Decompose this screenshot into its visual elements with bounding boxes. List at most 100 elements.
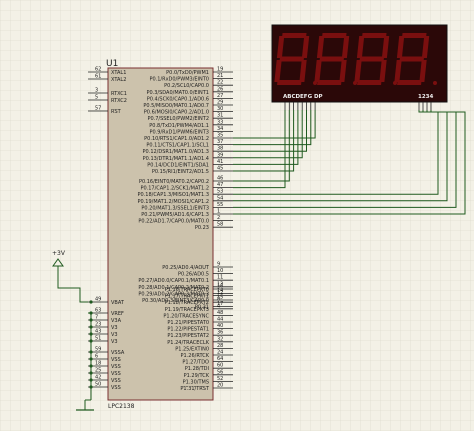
- right-pin-number: 33: [217, 119, 223, 125]
- right-pin-name: P0.7/SSEL0/PWM2/EINT2: [147, 116, 209, 122]
- left-pin-name: VSS: [111, 364, 121, 370]
- right-pin-name: P1.29/TCK: [184, 373, 210, 379]
- display-segment: [282, 33, 307, 38]
- right-pin-number: 56: [217, 369, 223, 375]
- left-pin-number: 18: [95, 361, 101, 367]
- right-pin-number: 32: [217, 336, 223, 342]
- right-pin-name: P0.12/DSR1/MAT1.0/AD1.3: [143, 149, 209, 155]
- left-pin-name: VSS: [111, 357, 121, 363]
- display-dp: [433, 81, 437, 85]
- display-segment: [279, 56, 305, 62]
- display-segment: [397, 80, 422, 85]
- right-pin-number: 37: [217, 139, 223, 145]
- left-pin-number: 57: [95, 106, 101, 112]
- right-pin-name: P1.21/PIPESTAT0: [167, 320, 209, 326]
- left-pin-name: RTXC1: [111, 91, 127, 97]
- right-pin-number: 46: [217, 176, 223, 182]
- left-pin-number: 63: [95, 308, 101, 314]
- right-pin-number: 11: [217, 275, 223, 281]
- right-pin-name: P0.21/PWM5/AD1.6/CAP1.3: [141, 212, 209, 218]
- right-pin-number: 36: [217, 330, 223, 336]
- display-segment: [317, 80, 342, 85]
- display-segment: [277, 80, 302, 85]
- left-pin-name: VSS: [111, 378, 121, 384]
- right-pin-name: P1.25/EXTIN0: [175, 346, 209, 352]
- right-pin-number: 12: [217, 290, 223, 296]
- right-pin-name: P0.9/RxD1/PWM6/EINT3: [149, 129, 209, 135]
- right-pin-name: P1.22/PIPESTAT1: [167, 327, 209, 333]
- right-pin-number: 35: [217, 133, 223, 139]
- right-pin-name: P0.22/AD1.7/CAP0.0/MAT0.0: [138, 219, 209, 225]
- left-pin-number: 6: [95, 354, 98, 360]
- right-pin-name: P0.6/MOSI0/CAP0.2/AD1.0: [144, 110, 209, 116]
- right-pin-number: 19: [217, 67, 223, 73]
- left-pin-name: RST: [111, 109, 122, 115]
- right-pin-number: 28: [217, 343, 223, 349]
- left-pin-name: V3: [111, 325, 118, 331]
- right-pin-name: P1.17/TRACEPKT1: [165, 294, 209, 300]
- right-pin-name: P0.2/SCL0/CAP0.0: [164, 83, 209, 89]
- right-pin-number: 2: [217, 215, 220, 221]
- right-pin-name: P0.27/AD0.0/CAP0.1/MAT0.1: [138, 278, 209, 284]
- schematic-canvas: U1 LPC2138 62XTAL161XTAL23RTXC15RTXC257R…: [0, 0, 474, 431]
- right-pin-name: P1.27/TDO: [182, 360, 209, 366]
- left-pin-name: VREF: [111, 311, 124, 317]
- right-pin-name: P0.0/TxD0/PWM1: [166, 70, 209, 76]
- right-pin-number: 39: [217, 152, 223, 158]
- right-pin-number: 48: [217, 310, 223, 316]
- right-pin-number: 20: [217, 383, 223, 389]
- left-pin-number: 42: [95, 375, 101, 381]
- right-pin-name: P0.8/TxD1/PWM4/AD1.1: [149, 123, 209, 129]
- right-pin-name: P0.17/CAP1.2/SCK1/MAT1.2: [140, 186, 209, 192]
- display-segment: [402, 33, 427, 38]
- right-pin-number: 41: [217, 159, 223, 165]
- right-pin-number: 53: [217, 189, 223, 195]
- right-pin-name: P0.13/DTR1/MAT1.1/AD1.4: [143, 156, 209, 162]
- right-pin-name: P1.16/TRACEPKT0: [165, 287, 209, 293]
- display-segment-label: ABCDEFG DP: [283, 94, 323, 100]
- seven-segment-display[interactable]: ABCDEFG DP 1234: [271, 24, 448, 110]
- mcu-chip[interactable]: U1 LPC2138 62XTAL161XTAL23RTXC15RTXC257R…: [88, 59, 233, 410]
- right-pin-name: P1.19/TRACEPKT3: [165, 307, 209, 313]
- left-pin-name: VSS: [111, 385, 121, 391]
- right-pin-name: P1.23/PIPESTAT2: [167, 333, 209, 339]
- left-pin-number: 3: [95, 88, 98, 94]
- display-segment: [362, 33, 387, 38]
- left-pin-name: V3A: [111, 318, 122, 324]
- power-label: +3V: [52, 250, 66, 257]
- right-pin-number: 4: [217, 303, 220, 309]
- right-pin-number: 10: [217, 268, 223, 274]
- right-pin-name: P0.14/DCD1/EINT1/SDA1: [147, 162, 209, 168]
- left-pin-number: 51: [95, 336, 101, 342]
- display-segment: [399, 56, 425, 62]
- right-pin-name: P1.24/TRACECLK: [167, 340, 209, 346]
- left-pin-number: 7: [95, 315, 98, 321]
- left-pin-number: 49: [95, 297, 101, 303]
- right-pin-number: 38: [217, 146, 223, 152]
- left-pin-name: XTAL2: [111, 77, 126, 83]
- right-pin-number: 45: [217, 166, 223, 172]
- right-pin-name: P0.19/MAT1.2/MOSI1/CAP1.2: [137, 199, 209, 205]
- left-pin-name: V3: [111, 332, 118, 338]
- left-pin-name: VBAT: [111, 300, 125, 306]
- left-pin-number: 25: [95, 368, 101, 374]
- right-pin-name: P1.18/TRACEPKT2: [165, 300, 209, 306]
- right-pin-number: 31: [217, 113, 223, 119]
- display-segment: [357, 80, 382, 85]
- right-pin-number: 47: [217, 182, 223, 188]
- left-pin-name: VSS: [111, 371, 121, 377]
- right-pin-name: P0.4/SCK0/CAP0.1/AD0.6: [147, 96, 209, 102]
- display-segment: [322, 33, 347, 38]
- right-pin-name: P0.26/AD0.5: [178, 272, 209, 278]
- right-pin-name: P1.26/RTCK: [181, 353, 210, 359]
- right-pin-number: 24: [217, 350, 223, 356]
- right-pin-number: 16: [217, 284, 223, 290]
- right-pin-number: 9: [217, 262, 220, 268]
- right-pin-number: 54: [217, 195, 223, 201]
- right-pin-number: 21: [217, 73, 223, 79]
- right-pin-number: 29: [217, 100, 223, 106]
- right-pin-number: 34: [217, 126, 223, 132]
- display-digit-label: 1234: [418, 94, 433, 100]
- left-pin-name: XTAL1: [111, 70, 126, 76]
- left-pin-name: VSSA: [111, 350, 125, 356]
